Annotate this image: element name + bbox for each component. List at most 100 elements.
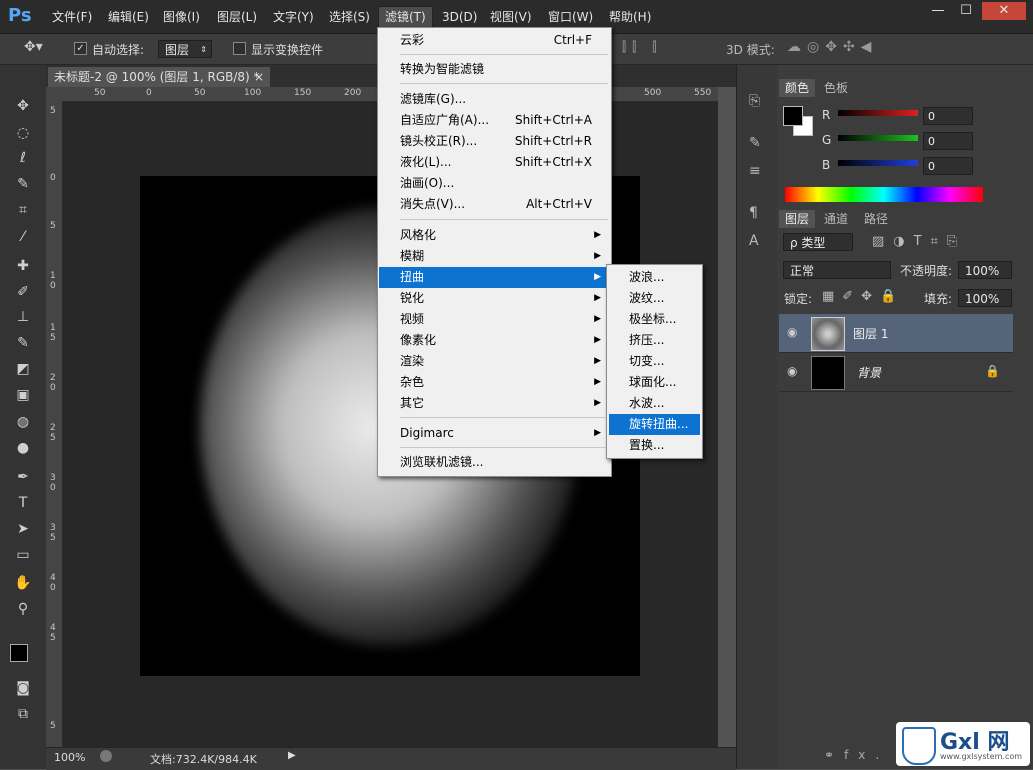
- channel-g-slider[interactable]: [838, 135, 918, 141]
- opacity-input[interactable]: 100%: [958, 261, 1012, 279]
- lasso-tool-icon[interactable]: ℓ: [11, 147, 35, 169]
- fill-input[interactable]: 100%: [958, 289, 1012, 307]
- tab-paths[interactable]: 路径: [858, 210, 894, 228]
- spherize-item[interactable]: 球面化...: [609, 372, 700, 393]
- color-foreground-swatch[interactable]: [783, 106, 803, 126]
- brush-panel-icon[interactable]: ✎: [749, 135, 761, 151]
- 3d-mode-icons[interactable]: ☁◎✥✣◀: [787, 39, 877, 55]
- sharpen-submenu-item[interactable]: 锐化 ▶: [379, 288, 608, 309]
- filter-gallery-item[interactable]: 滤镜库(G)...: [379, 89, 608, 110]
- blend-mode-dropdown[interactable]: 正常: [783, 261, 891, 279]
- show-transform-checkbox[interactable]: [233, 42, 246, 55]
- marquee-tool-icon[interactable]: ◌: [11, 122, 35, 144]
- quick-mask-icon[interactable]: ◙: [11, 677, 35, 699]
- maximize-button[interactable]: ☐: [952, 2, 980, 20]
- auto-select-dropdown[interactable]: 图层 ⇕: [158, 40, 212, 58]
- shear-item[interactable]: 切变...: [609, 351, 700, 372]
- zigzag-item[interactable]: 水波...: [609, 393, 700, 414]
- quick-select-tool-icon[interactable]: ✎: [11, 173, 35, 195]
- move-tool-icon[interactable]: ✥▾: [24, 39, 43, 55]
- menu-3d[interactable]: 3D(D): [440, 8, 479, 26]
- close-window-button[interactable]: ✕: [982, 2, 1026, 20]
- pinch-item[interactable]: 挤压...: [609, 330, 700, 351]
- channel-b-value[interactable]: 0: [923, 157, 973, 175]
- healing-brush-tool-icon[interactable]: ✚: [11, 255, 35, 277]
- menu-view[interactable]: 视图(V): [488, 8, 534, 26]
- layer-row-selected[interactable]: ◉ 图层 1: [779, 314, 1013, 353]
- menu-window[interactable]: 窗口(W): [546, 8, 595, 26]
- vertical-ruler[interactable]: 5 0 5 1 0 1 5 2 0 2 5 3 0 3 5 4 0 4 5 5: [46, 101, 63, 747]
- blur-submenu-item[interactable]: 模糊 ▶: [379, 246, 608, 267]
- lens-correction-item[interactable]: 镜头校正(R)... Shift+Ctrl+R: [379, 131, 608, 152]
- clone-stamp-tool-icon[interactable]: ⊥: [11, 306, 35, 328]
- menu-filter[interactable]: 滤镜(T): [378, 6, 433, 28]
- channel-r-value[interactable]: 0: [923, 107, 973, 125]
- channel-b-slider[interactable]: [838, 160, 918, 166]
- noise-submenu-item[interactable]: 杂色 ▶: [379, 372, 608, 393]
- move-tool-icon[interactable]: ✥: [11, 95, 35, 117]
- path-select-tool-icon[interactable]: ➤: [11, 518, 35, 540]
- type-tool-icon[interactable]: T: [11, 492, 35, 514]
- hand-tool-icon[interactable]: ✋: [11, 572, 35, 594]
- tab-layers[interactable]: 图层: [779, 210, 816, 228]
- liquify-item[interactable]: 液化(L)... Shift+Ctrl+X: [379, 152, 608, 173]
- layer-filter-icons[interactable]: ▨◑T⌗⎘: [872, 234, 966, 249]
- fx-icon[interactable]: fx.: [844, 748, 889, 762]
- filter-clouds-item[interactable]: 云彩 Ctrl+F: [379, 30, 608, 51]
- wave-item[interactable]: 波浪...: [609, 267, 700, 288]
- browse-filters-online-item[interactable]: 浏览联机滤镜...: [379, 452, 608, 473]
- other-submenu-item[interactable]: 其它 ▶: [379, 393, 608, 414]
- eraser-tool-icon[interactable]: ◩: [11, 358, 35, 380]
- menu-layer[interactable]: 图层(L): [215, 8, 259, 26]
- twirl-item[interactable]: 旋转扭曲...: [609, 414, 700, 435]
- menu-image[interactable]: 图像(I): [161, 8, 202, 26]
- minimize-button[interactable]: —: [924, 2, 952, 20]
- character-panel-icon[interactable]: A: [749, 233, 759, 249]
- eyedropper-tool-icon[interactable]: ⁄: [11, 226, 35, 248]
- stylize-submenu-item[interactable]: 风格化 ▶: [379, 225, 608, 246]
- menu-type[interactable]: 文字(Y): [271, 8, 316, 26]
- adaptive-wide-angle-item[interactable]: 自适应广角(A)... Shift+Ctrl+A: [379, 110, 608, 131]
- gradient-tool-icon[interactable]: ▣: [11, 384, 35, 406]
- link-icon[interactable]: ⚭: [824, 748, 844, 762]
- vanishing-point-item[interactable]: 消失点(V)... Alt+Ctrl+V: [379, 194, 608, 215]
- video-submenu-item[interactable]: 视频 ▶: [379, 309, 608, 330]
- tab-color[interactable]: 颜色: [779, 79, 816, 97]
- dodge-tool-icon[interactable]: ●: [11, 437, 35, 459]
- menu-file[interactable]: 文件(F): [50, 8, 94, 26]
- channel-g-value[interactable]: 0: [923, 132, 973, 150]
- paragraph-panel-icon[interactable]: ¶: [749, 205, 758, 221]
- zoom-level[interactable]: 100%: [54, 751, 85, 764]
- channel-r-slider[interactable]: [838, 110, 918, 116]
- menu-help[interactable]: 帮助(H): [607, 8, 653, 26]
- visibility-eye-icon[interactable]: ◉: [787, 325, 797, 339]
- color-spectrum-bar[interactable]: [785, 187, 983, 202]
- adjust-panel-icon[interactable]: ≡: [749, 163, 761, 179]
- render-submenu-item[interactable]: 渲染 ▶: [379, 351, 608, 372]
- blur-tool-icon[interactable]: ◍: [11, 411, 35, 433]
- auto-select-checkbox[interactable]: ✓: [74, 42, 87, 55]
- oil-paint-item[interactable]: 油画(O)...: [379, 173, 608, 194]
- convert-smart-filter-item[interactable]: 转换为智能滤镜: [379, 59, 608, 80]
- polar-coordinates-item[interactable]: 极坐标...: [609, 309, 700, 330]
- distribute-icons[interactable]: ⫿⫿ ⫿: [622, 40, 663, 55]
- layer-name[interactable]: 图层 1: [853, 325, 888, 342]
- history-brush-tool-icon[interactable]: ✎: [11, 332, 35, 354]
- menu-edit[interactable]: 编辑(E): [106, 8, 151, 26]
- layer-name[interactable]: 背景: [857, 364, 881, 381]
- digimarc-submenu-item[interactable]: Digimarc ▶: [379, 423, 608, 444]
- crop-tool-icon[interactable]: ⌗: [11, 199, 35, 221]
- layer-filter-dropdown[interactable]: ρ 类型: [783, 233, 853, 251]
- lock-icons[interactable]: ▦✐✥🔒: [822, 289, 904, 304]
- screen-mode-icon[interactable]: ⧉: [11, 703, 35, 725]
- tab-channels[interactable]: 通道: [818, 210, 854, 228]
- status-menu-arrow-icon[interactable]: ▶: [288, 750, 296, 761]
- menu-select[interactable]: 选择(S): [327, 8, 372, 26]
- pen-tool-icon[interactable]: ✒: [11, 466, 35, 488]
- document-tab[interactable]: 未标题-2 @ 100% (图层 1, RGB/8) * ×: [48, 67, 270, 87]
- foreground-color-swatch[interactable]: [10, 644, 28, 662]
- history-panel-icon[interactable]: ⎘: [749, 93, 760, 109]
- distort-submenu-item[interactable]: 扭曲 ▶: [379, 267, 608, 288]
- tab-swatches[interactable]: 色板: [818, 79, 854, 97]
- layer-row[interactable]: ◉ 背景 🔒: [779, 353, 1013, 392]
